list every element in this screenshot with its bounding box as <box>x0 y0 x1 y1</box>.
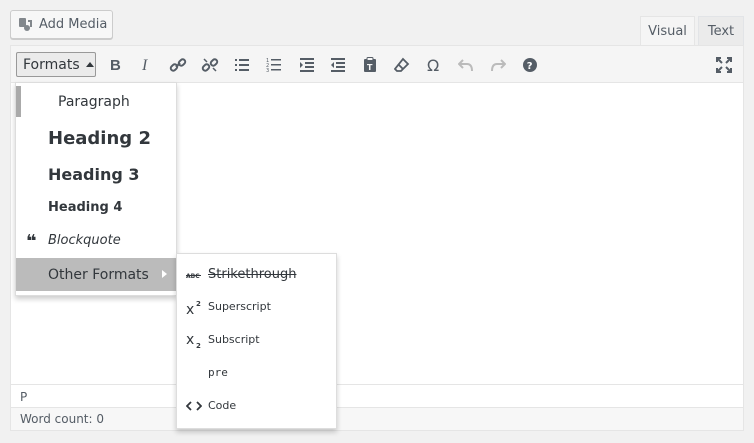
indent-icon[interactable] <box>296 54 318 76</box>
tab-visual[interactable]: Visual <box>640 16 695 46</box>
bold-icon[interactable]: B <box>104 54 126 76</box>
menu-item-label: Heading 2 <box>48 127 151 149</box>
paste-text-icon[interactable]: T <box>359 54 381 76</box>
submenu-item-strikethrough[interactable]: ABC Strikethrough <box>177 258 336 291</box>
formats-label: Formats <box>23 56 80 73</box>
svg-text:x: x <box>186 302 194 315</box>
superscript-icon: x 2 <box>186 299 202 315</box>
clear-formatting-icon[interactable] <box>391 54 413 76</box>
element-path[interactable]: P <box>11 384 743 406</box>
menu-item-other-formats[interactable]: Other Formats <box>16 258 176 291</box>
bullet-list-icon[interactable] <box>231 54 253 76</box>
submenu-item-label: Superscript <box>208 300 271 313</box>
menu-item-paragraph[interactable]: Paragraph <box>16 86 176 117</box>
strikethrough-icon: ABC <box>186 267 202 283</box>
menu-item-label: Other Formats <box>48 266 149 283</box>
add-media-icon <box>18 17 34 33</box>
redo-icon[interactable] <box>487 54 509 76</box>
help-icon[interactable]: ? <box>519 54 541 76</box>
word-count: Word count: 0 <box>11 407 743 430</box>
menu-item-label: Blockquote <box>48 232 121 248</box>
svg-text:B: B <box>110 57 121 73</box>
menu-item-heading-2[interactable]: Heading 2 <box>16 119 176 157</box>
svg-text:2: 2 <box>196 300 201 308</box>
svg-text:?: ? <box>527 61 533 72</box>
submenu-item-label: pre <box>208 366 228 379</box>
svg-text:x: x <box>186 332 194 348</box>
numbered-list-icon[interactable]: 1 2 3 <box>263 54 285 76</box>
special-character-icon[interactable]: Ω <box>423 54 445 76</box>
submenu-item-label: Code <box>208 399 237 412</box>
submenu-item-label: Subscript <box>208 333 260 346</box>
submenu-item-pre[interactable]: pre <box>177 356 336 389</box>
svg-text:I: I <box>141 57 148 73</box>
undo-icon[interactable] <box>455 54 477 76</box>
add-media-label: Add Media <box>39 17 108 32</box>
formats-button[interactable]: Formats <box>16 52 96 77</box>
caret-up-icon <box>85 62 94 67</box>
svg-text:3: 3 <box>266 68 269 73</box>
subscript-icon: x 2 <box>186 332 202 348</box>
outdent-icon[interactable] <box>327 54 349 76</box>
submenu-item-subscript[interactable]: x 2 Subscript <box>177 323 336 356</box>
code-icon <box>186 398 202 414</box>
quote-icon: ❝ <box>26 231 37 252</box>
menu-item-label: Paragraph <box>58 93 130 110</box>
svg-text:ABC: ABC <box>186 273 200 280</box>
submenu-item-code[interactable]: Code <box>177 389 336 422</box>
link-icon[interactable] <box>167 54 189 76</box>
toolbar: Formats B I 1 2 3 T Ω ? <box>11 46 743 83</box>
formats-menu: Paragraph Heading 2 Heading 3 Heading 4 … <box>15 82 177 296</box>
tab-text[interactable]: Text <box>698 16 744 46</box>
chevron-right-icon <box>162 270 167 278</box>
menu-item-blockquote[interactable]: ❝ Blockquote <box>16 223 176 257</box>
submenu-item-label: Strikethrough <box>208 267 297 282</box>
menu-item-heading-4[interactable]: Heading 4 <box>16 191 176 223</box>
menu-item-label: Heading 3 <box>48 164 140 184</box>
unlink-icon[interactable] <box>199 54 221 76</box>
svg-text:2: 2 <box>196 342 201 348</box>
menu-item-label: Heading 4 <box>48 199 123 215</box>
fullscreen-icon[interactable] <box>713 54 735 76</box>
add-media-button[interactable]: Add Media <box>10 10 113 39</box>
svg-text:T: T <box>367 63 373 72</box>
other-formats-submenu: ABC Strikethrough x 2 Superscript x 2 Su… <box>176 253 337 429</box>
italic-icon[interactable]: I <box>135 54 157 76</box>
submenu-item-superscript[interactable]: x 2 Superscript <box>177 290 336 323</box>
svg-text:Ω: Ω <box>427 57 439 73</box>
menu-item-heading-3[interactable]: Heading 3 <box>16 157 176 191</box>
